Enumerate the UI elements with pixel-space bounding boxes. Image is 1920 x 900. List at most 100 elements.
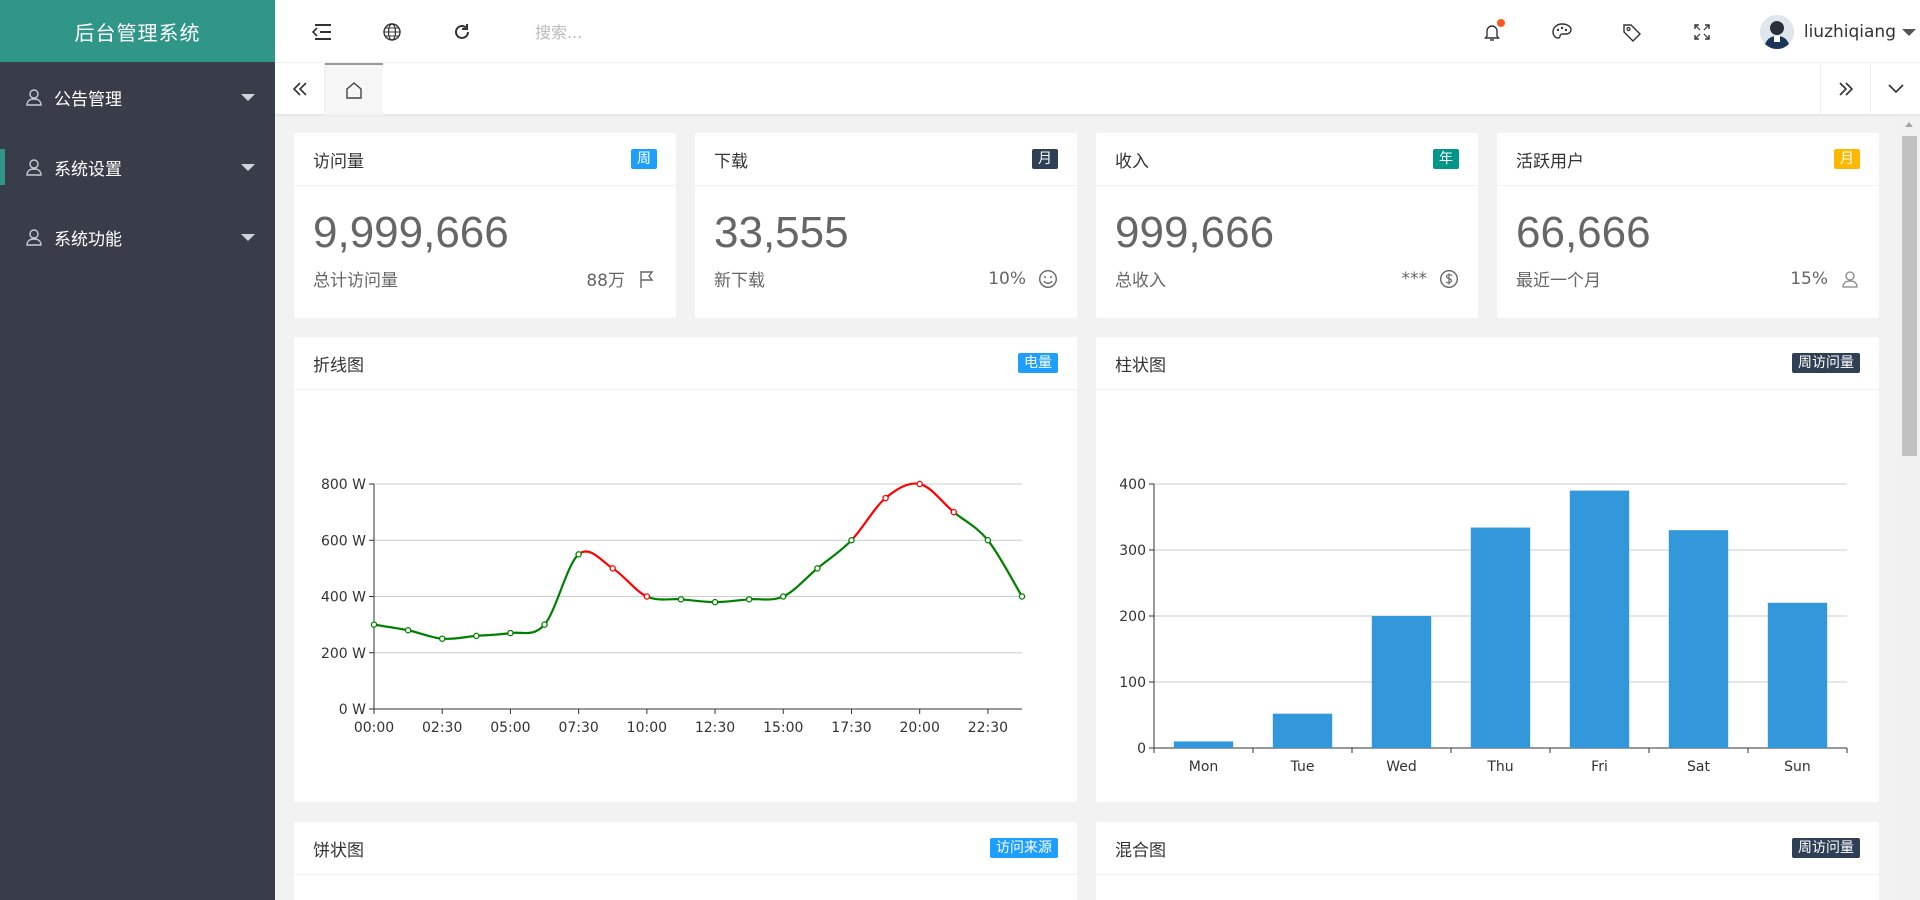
notification-bell-icon[interactable] <box>1480 19 1505 44</box>
x-tick-label: Sun <box>1784 759 1811 775</box>
stat-extra: 10% <box>988 268 1026 289</box>
stat-label: 新下载 <box>714 271 765 291</box>
sidebar-item-settings[interactable]: 系统设置 <box>0 132 275 202</box>
x-tick-label: 15:00 <box>763 720 803 736</box>
tab-home[interactable] <box>325 63 383 115</box>
x-tick-label: Tue <box>1290 759 1315 775</box>
user-menu[interactable]: liuzhiqiang <box>1759 14 1916 50</box>
x-tick-label: 22:30 <box>968 720 1008 736</box>
sidebar-item-label: 系统功能 <box>54 229 122 250</box>
user-icon <box>24 227 44 247</box>
chart-badge: 访问来源 <box>990 838 1058 858</box>
menu-collapse-icon[interactable] <box>310 20 334 44</box>
stat-value: 9,999,666 <box>313 208 509 257</box>
username: liuzhiqiang <box>1803 22 1896 42</box>
scroll-up-arrow-icon[interactable] <box>1905 122 1913 127</box>
stat-value: 66,666 <box>1516 208 1651 257</box>
card-title: 混合图 <box>1115 840 1166 861</box>
bar <box>1767 602 1828 748</box>
notification-dot <box>1497 19 1505 27</box>
tabs-scroll-right-button[interactable] <box>1820 63 1870 115</box>
series-line-segment <box>953 511 989 541</box>
data-point <box>814 565 821 572</box>
bar <box>1272 713 1333 748</box>
line-chart: 0 W 200 W 400 W 600 W 800 W 00:00 02:30 05:00 07… <box>321 477 1026 736</box>
fullscreen-icon[interactable] <box>1690 20 1714 44</box>
chart-badge: 周访问量 <box>1792 838 1860 858</box>
chart-badge: 电量 <box>1018 353 1058 373</box>
stat-card-downloads: 下载 月 33,555 新下载 10% <box>695 133 1077 318</box>
data-point <box>404 626 412 634</box>
data-point <box>473 632 480 640</box>
data-point <box>677 596 685 603</box>
x-tick-label: 12:30 <box>695 720 735 736</box>
data-point <box>575 551 582 558</box>
theme-palette-icon[interactable] <box>1550 20 1574 44</box>
stat-extra: *** <box>1401 268 1428 289</box>
card-title: 活跃用户 <box>1516 151 1584 172</box>
x-tick-label: 00:00 <box>354 720 394 736</box>
x-tick-label: Mon <box>1189 759 1219 775</box>
scrollbar-thumb[interactable] <box>1902 136 1917 456</box>
x-tick-label: Wed <box>1386 759 1417 775</box>
app-logo[interactable]: 后台管理系统 <box>0 0 275 62</box>
stat-label: 总收入 <box>1115 271 1166 291</box>
card-title: 下载 <box>714 151 748 172</box>
data-point <box>507 629 514 637</box>
series-line-segment <box>373 623 409 632</box>
search-input[interactable] <box>535 18 775 46</box>
double-chevron-left-icon <box>292 82 307 96</box>
x-tick-label: Thu <box>1486 759 1513 775</box>
data-point <box>438 635 446 642</box>
stat-label: 总计访问量 <box>313 271 398 291</box>
y-tick-label: 200 <box>1119 609 1146 625</box>
card-title: 访问量 <box>313 151 364 172</box>
sidebar-item-announcements[interactable]: 公告管理 <box>0 62 275 132</box>
home-icon <box>346 82 362 99</box>
stat-label: 最近一个月 <box>1516 271 1601 291</box>
tabs-scroll-left-button[interactable] <box>275 63 325 115</box>
period-badge: 年 <box>1433 149 1459 169</box>
double-chevron-right-icon <box>1838 82 1853 96</box>
series-line-segment <box>850 497 887 542</box>
y-tick-label: 400 W <box>321 590 366 606</box>
x-tick-label: 02:30 <box>422 720 462 736</box>
series-line-segment <box>782 567 819 598</box>
line-chart-card: 折线图 电量 0 W 200 W 400 W 600 W 800 W 00:00 02:30… <box>294 337 1077 802</box>
globe-icon[interactable] <box>380 20 404 44</box>
stat-card-active-users: 活跃用户 月 66,666 最近一个月 15% <box>1497 133 1879 318</box>
sidebar: 后台管理系统 公告管理 系统设置 系统功能 <box>0 0 275 900</box>
data-point <box>780 593 787 600</box>
chevron-down-icon <box>1887 84 1904 94</box>
series-line-segment <box>476 631 511 637</box>
y-tick-label: 400 <box>1119 477 1146 493</box>
series-line-segment <box>442 634 477 640</box>
user-icon <box>24 157 44 177</box>
data-point <box>984 536 992 544</box>
series-line-segment <box>577 550 614 570</box>
top-header: liuzhiqiang <box>275 0 1920 63</box>
series-line-segment <box>407 629 443 640</box>
tag-icon[interactable] <box>1620 20 1644 44</box>
tabs-more-dropdown[interactable] <box>1870 63 1920 115</box>
sidebar-menu: 公告管理 系统设置 系统功能 <box>0 62 275 272</box>
series-line-segment <box>510 623 546 635</box>
user-icon <box>1840 269 1860 289</box>
data-point <box>916 480 923 488</box>
sidebar-item-functions[interactable]: 系统功能 <box>0 202 275 272</box>
data-point <box>848 536 855 544</box>
vertical-scrollbar[interactable] <box>1899 116 1920 900</box>
series-line-segment <box>816 539 853 570</box>
tab-bar <box>275 63 1920 115</box>
period-badge: 月 <box>1032 149 1058 169</box>
refresh-icon[interactable] <box>450 20 474 44</box>
y-tick-label: 300 <box>1119 543 1146 559</box>
chevron-down-icon <box>241 94 255 101</box>
data-point <box>950 508 958 516</box>
series-line-segment <box>543 553 580 626</box>
series-line-segment <box>680 598 716 604</box>
bar-chart: 0 100 200 300 400 Mon Tue Wed Thu Fri Sat Sun <box>1119 477 1848 775</box>
flag-icon <box>637 269 657 289</box>
y-tick-label: 200 W <box>321 646 366 662</box>
bar <box>1569 490 1630 748</box>
